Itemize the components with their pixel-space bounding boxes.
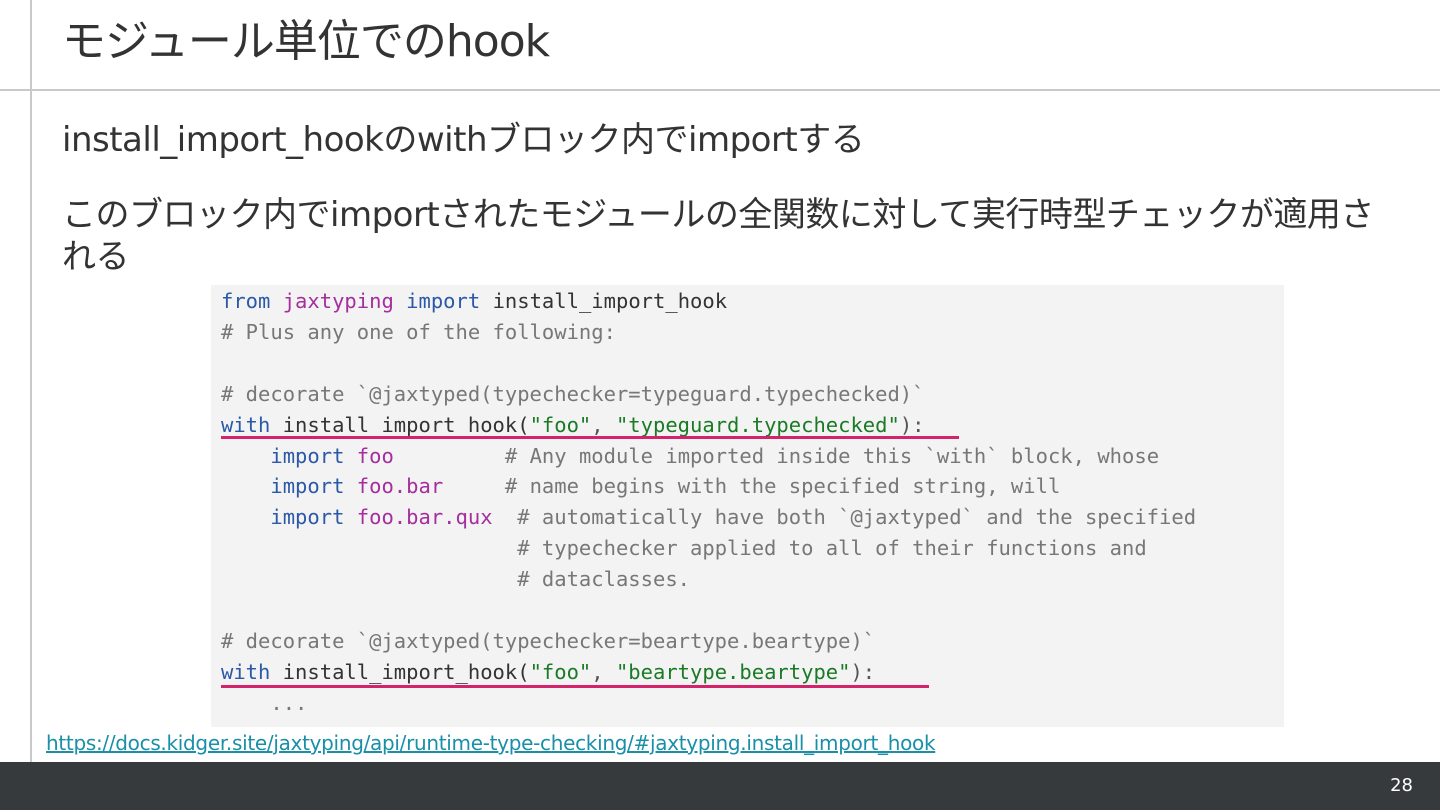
highlight-underline-typeguard <box>221 436 959 439</box>
code-line-14: ... <box>270 690 308 715</box>
code-line-6: import foo # Any module imported inside … <box>270 443 1160 468</box>
code-line-4: # decorate `@jaxtyped(typechecker=typegu… <box>221 381 925 406</box>
code-line-8: import foo.bar.qux # automatically have … <box>270 505 1197 530</box>
paragraph-install-hook: install_import_hookのwithブロック内でimportする <box>62 120 865 160</box>
code-line-1: from jaxtyping import install_import_hoo… <box>221 289 728 313</box>
left-vertical-rule <box>30 0 32 762</box>
code-line-2: # Plus any one of the following: <box>221 319 616 344</box>
code-line-13: with install_import_hook("foo", "beartyp… <box>221 659 876 684</box>
code-line-9: # typechecker applied to all of their fu… <box>517 536 1147 561</box>
code-line-5: with install_import_hook("foo", "typegua… <box>221 412 925 437</box>
code-line-12: # decorate `@jaxtyped(typechecker=bearty… <box>221 628 876 653</box>
title-divider <box>0 89 1440 91</box>
paragraph-apply-typecheck: このブロック内でimportされたモジュールの全関数に対して実行時型チェックが適… <box>62 195 1374 277</box>
page-number: 28 <box>1390 775 1413 796</box>
code-block: from jaxtyping import install_import_hoo… <box>211 285 1284 727</box>
code-line-7: import foo.bar # name begins with the sp… <box>270 474 1061 499</box>
highlight-underline-beartype <box>221 685 929 688</box>
slide-title: モジュール単位でのhook <box>62 16 550 67</box>
code-line-10: # dataclasses. <box>517 567 691 592</box>
footer-bar: 28 <box>0 762 1440 810</box>
docs-link[interactable]: https://docs.kidger.site/jaxtyping/api/r… <box>46 729 936 757</box>
code-text: from jaxtyping import install_import_hoo… <box>221 286 1196 719</box>
